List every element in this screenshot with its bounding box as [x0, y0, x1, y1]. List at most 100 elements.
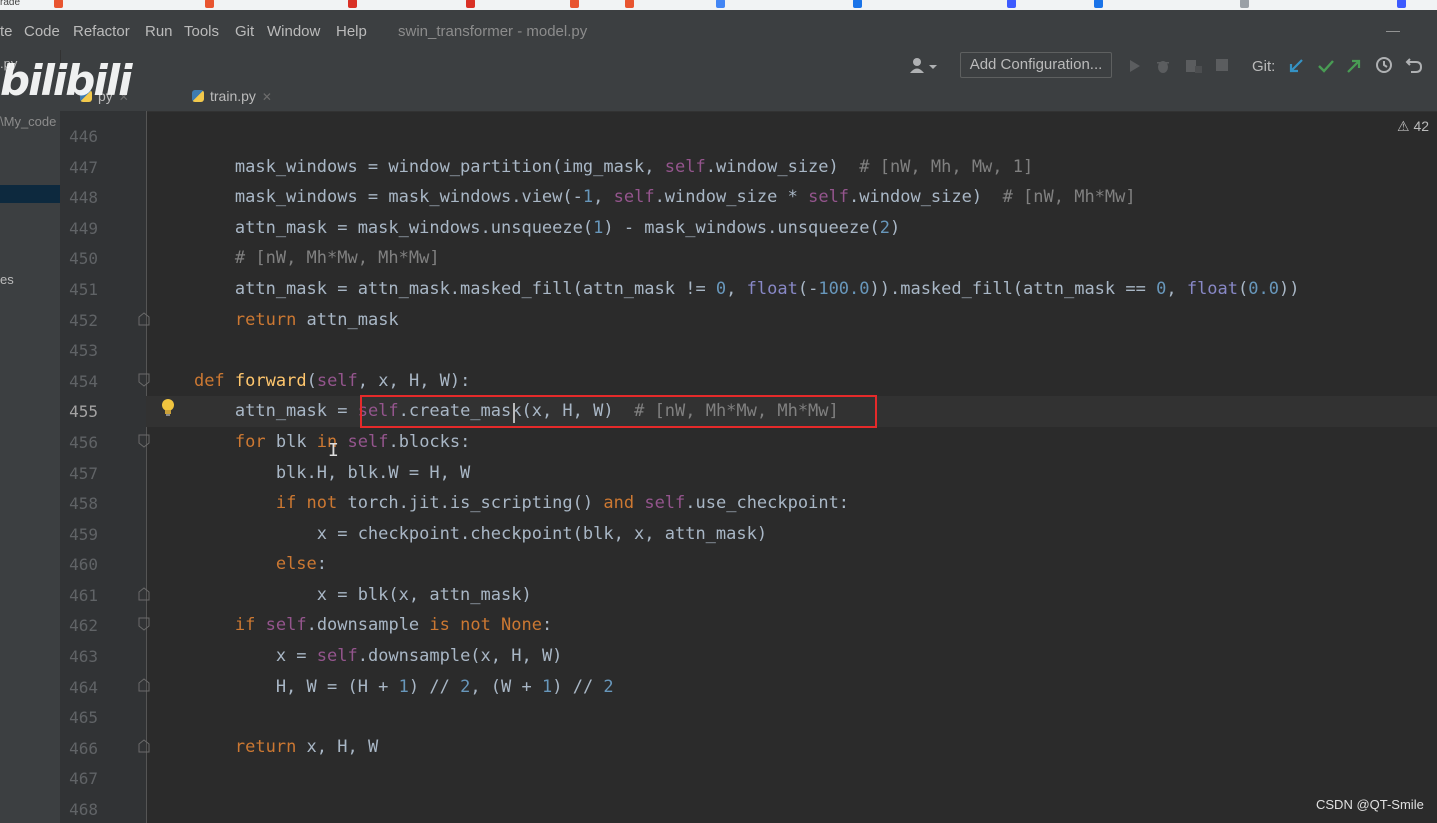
line-number: 447: [69, 158, 98, 177]
code-line-466[interactable]: return x, H, W: [153, 737, 378, 757]
code-line-450[interactable]: # [nW, Mh*Mw, Mh*Mw]: [153, 248, 440, 268]
fold-end-icon[interactable]: [138, 739, 152, 755]
fold-start-icon[interactable]: [138, 617, 152, 633]
code-line-462[interactable]: if self.downsample is not None:: [153, 615, 552, 635]
annotation-highlight-box: [360, 395, 877, 428]
bookmark[interactable]: [1094, 0, 1107, 8]
line-number: 452: [69, 311, 98, 330]
bookmark[interactable]: [570, 0, 583, 8]
code-line-447[interactable]: mask_windows = window_partition(img_mask…: [153, 157, 1033, 177]
line-number: 458: [69, 494, 98, 513]
line-number: 460: [69, 555, 98, 574]
menu-item-git[interactable]: Git: [235, 23, 254, 40]
fold-start-icon[interactable]: [138, 373, 152, 389]
project-sidebar: .py \My_code es: [0, 50, 61, 823]
sidebar-path-fragment[interactable]: \My_code: [0, 114, 56, 129]
fold-end-icon[interactable]: [138, 678, 152, 694]
line-number: 466: [69, 739, 98, 758]
bilibili-logo: bilibili: [0, 56, 133, 105]
line-number: 464: [69, 678, 98, 697]
sidebar-selected-row[interactable]: [0, 185, 60, 203]
tab-label: train.py: [210, 88, 256, 104]
code-line-456[interactable]: for blk in self.blocks:: [153, 432, 470, 452]
code-line-459[interactable]: x = checkpoint.checkpoint(blk, x, attn_m…: [153, 524, 767, 544]
add-configuration-button[interactable]: Add Configuration...: [960, 52, 1112, 78]
line-number: 459: [69, 525, 98, 544]
history-icon[interactable]: [1375, 56, 1393, 79]
minimize-button[interactable]: —: [1386, 22, 1400, 38]
menu-item-refactor[interactable]: Refactor: [73, 23, 130, 40]
toolbar: Add Configuration... Git:: [0, 50, 1437, 84]
bookmark[interactable]: [205, 0, 218, 8]
bookmark[interactable]: [348, 0, 361, 8]
inspection-warnings[interactable]: ⚠ 42: [1397, 118, 1429, 135]
line-number: 468: [69, 800, 98, 819]
warning-count: 42: [1413, 118, 1430, 134]
run-icon[interactable]: [1128, 58, 1142, 79]
window-title: swin_transformer - model.py: [398, 23, 588, 40]
menu-item-fragment[interactable]: te: [0, 23, 13, 40]
code-line-464[interactable]: H, W = (H + 1) // 2, (W + 1) // 2: [153, 677, 614, 697]
menu-item-help[interactable]: Help: [336, 23, 367, 40]
code-line-461[interactable]: x = blk(x, attn_mask): [153, 585, 532, 605]
menu-bar: te Code Refactor Run Tools Git Window He…: [0, 10, 1437, 50]
line-number-current: 455: [69, 402, 98, 421]
line-number: 457: [69, 464, 98, 483]
debug-icon[interactable]: [1155, 58, 1171, 79]
git-push-icon[interactable]: [1345, 57, 1363, 80]
warning-icon: ⚠: [1397, 118, 1410, 134]
editor-tabs: py ✕ train.py ✕: [60, 84, 1437, 112]
code-line-451[interactable]: attn_mask = attn_mask.masked_fill(attn_m…: [153, 279, 1300, 299]
coverage-icon[interactable]: [1185, 58, 1203, 79]
fold-start-icon[interactable]: [138, 434, 152, 450]
line-number: 461: [69, 586, 98, 605]
code-line-454[interactable]: def forward(self, x, H, W):: [153, 371, 470, 391]
code-line-449[interactable]: attn_mask = mask_windows.unsqueeze(1) - …: [153, 218, 900, 238]
rollback-icon[interactable]: [1405, 56, 1423, 79]
menu-item-tools[interactable]: Tools: [184, 23, 219, 40]
bookmark[interactable]: [625, 0, 638, 8]
git-label: Git:: [1252, 58, 1276, 75]
bookmark[interactable]: [853, 0, 866, 8]
close-icon[interactable]: ✕: [262, 90, 272, 104]
bookmark[interactable]: [1397, 0, 1410, 8]
line-number: 463: [69, 647, 98, 666]
tab-train-py[interactable]: train.py ✕: [192, 84, 272, 111]
bookmark[interactable]: [1240, 0, 1253, 8]
line-number: 465: [69, 708, 98, 727]
line-number: 449: [69, 219, 98, 238]
code-line-460[interactable]: else:: [153, 554, 327, 574]
menu-item-window[interactable]: Window: [267, 23, 320, 40]
git-update-icon[interactable]: [1287, 57, 1305, 80]
bookmark[interactable]: [54, 0, 67, 8]
git-commit-icon[interactable]: [1317, 57, 1335, 80]
bookmarks-bar: rade: [0, 0, 1437, 10]
code-line-457[interactable]: blk.H, blk.W = H, W: [153, 463, 470, 483]
code-line-448[interactable]: mask_windows = mask_windows.view(-1, sel…: [153, 187, 1136, 207]
line-number: 462: [69, 616, 98, 635]
code-line-458[interactable]: if not torch.jit.is_scripting() and self…: [153, 493, 849, 513]
bookmark[interactable]: [716, 0, 729, 8]
stop-icon[interactable]: [1216, 59, 1229, 77]
python-file-icon: [192, 90, 204, 102]
line-number: 467: [69, 769, 98, 788]
line-number: 448: [69, 188, 98, 207]
line-number: 453: [69, 341, 98, 360]
line-number: 456: [69, 433, 98, 452]
fold-end-icon[interactable]: [138, 312, 152, 328]
code-line-452[interactable]: return attn_mask: [153, 310, 399, 330]
menu-item-run[interactable]: Run: [145, 23, 173, 40]
user-icon[interactable]: [910, 57, 938, 80]
bookmark-fragment[interactable]: rade: [0, 0, 20, 8]
bookmark[interactable]: [466, 0, 479, 8]
line-number: 454: [69, 372, 98, 391]
line-number: 451: [69, 280, 98, 299]
line-number: 450: [69, 249, 98, 268]
line-number: 446: [69, 127, 98, 146]
mouse-ibeam-cursor: I: [328, 440, 339, 461]
bookmark[interactable]: [1007, 0, 1020, 8]
sidebar-item-fragment[interactable]: es: [0, 272, 14, 287]
menu-item-code[interactable]: Code: [24, 23, 60, 40]
code-line-463[interactable]: x = self.downsample(x, H, W): [153, 646, 563, 666]
fold-end-icon[interactable]: [138, 587, 152, 603]
